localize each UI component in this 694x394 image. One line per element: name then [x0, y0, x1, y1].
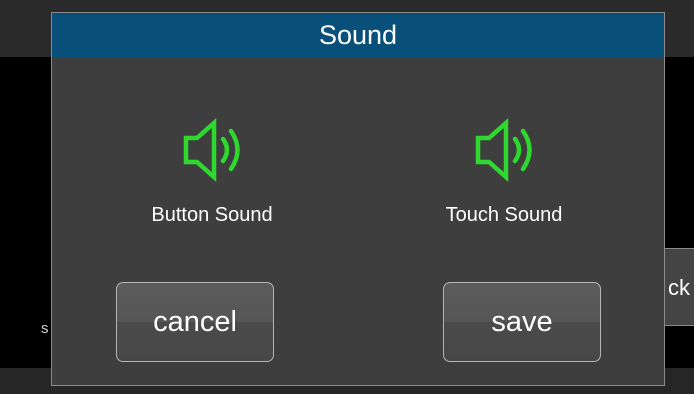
sound-dialog: Sound Button Sound Touch Sound cancel sa…	[51, 12, 665, 386]
speaker-icon	[475, 118, 532, 182]
device-screen: s ck Sound Button Sound Touch Sound canc…	[0, 0, 694, 394]
dialog-title: Sound	[52, 13, 664, 58]
touch-sound-toggle[interactable]: Touch Sound	[404, 118, 604, 227]
button-sound-toggle[interactable]: Button Sound	[112, 118, 312, 227]
speaker-icon	[183, 118, 240, 182]
touch-sound-label: Touch Sound	[445, 204, 563, 226]
cancel-button[interactable]: cancel	[116, 282, 274, 362]
button-sound-label: Button Sound	[151, 204, 273, 226]
background-partial-label: s	[41, 320, 49, 337]
save-button[interactable]: save	[443, 282, 601, 362]
